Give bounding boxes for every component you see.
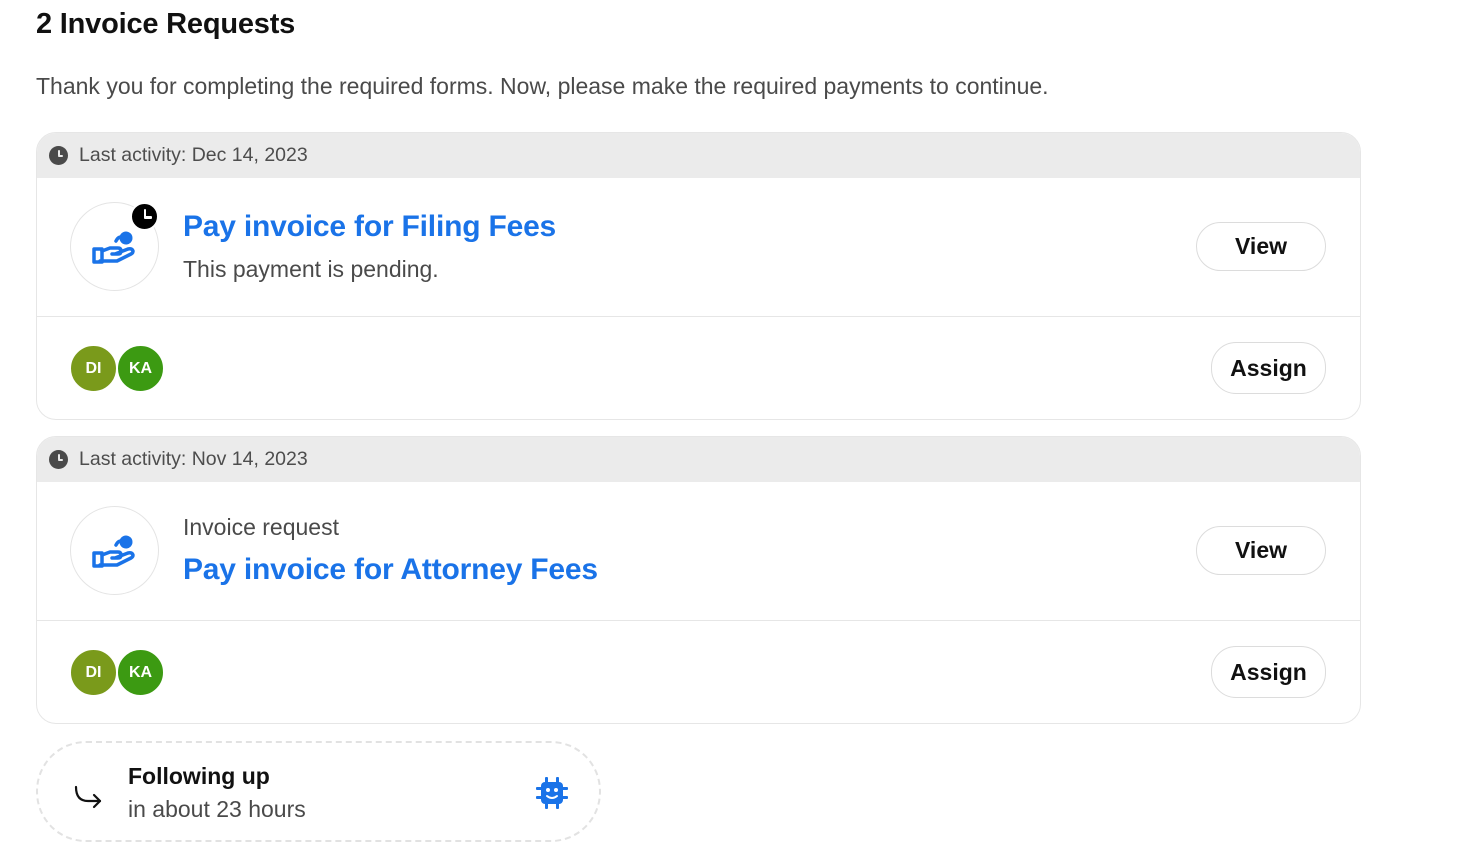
invoice-title-link[interactable]: Pay invoice for Filing Fees (183, 210, 556, 244)
last-activity-text: Last activity: Nov 14, 2023 (79, 448, 308, 470)
card-main: Pay invoice for Filing Fees This payment… (37, 178, 1360, 317)
clock-icon (49, 146, 68, 165)
avatar[interactable]: KA (116, 648, 165, 697)
invoice-card: Last activity: Dec 14, 2023 Pay invoice … (36, 132, 1361, 420)
hand-coin-icon (91, 231, 135, 264)
page-title: 2 Invoice Requests (36, 8, 296, 40)
followup-subtitle: in about 23 hours (128, 796, 306, 822)
invoice-status-text: This payment is pending. (183, 256, 439, 282)
card-main: Invoice request Pay invoice for Attorney… (37, 482, 1360, 621)
page-subtitle: Thank you for completing the required fo… (36, 73, 1049, 99)
followup-title: Following up (128, 763, 270, 789)
card-header: Last activity: Nov 14, 2023 (37, 437, 1360, 482)
card-footer: DI KA Assign (37, 621, 1360, 723)
view-button[interactable]: View (1196, 222, 1326, 271)
pending-clock-icon (130, 202, 159, 231)
bot-icon (536, 777, 568, 809)
assignee-avatars: DI KA (69, 344, 165, 393)
invoice-kind-label: Invoice request (183, 514, 339, 540)
arrow-return-icon (74, 785, 102, 809)
payment-icon-circle (70, 506, 159, 595)
assign-button[interactable]: Assign (1211, 646, 1326, 698)
page: 2 Invoice Requests Thank you for complet… (0, 0, 1476, 868)
view-button[interactable]: View (1196, 526, 1326, 575)
invoice-title-link[interactable]: Pay invoice for Attorney Fees (183, 553, 598, 587)
avatar[interactable]: DI (69, 648, 118, 697)
clock-icon (49, 450, 68, 469)
assign-button[interactable]: Assign (1211, 342, 1326, 394)
invoice-card: Last activity: Nov 14, 2023 Invoice requ… (36, 436, 1361, 724)
avatar[interactable]: KA (116, 344, 165, 393)
avatar[interactable]: DI (69, 344, 118, 393)
followup-panel[interactable]: Following up in about 23 hours (36, 741, 601, 842)
card-header: Last activity: Dec 14, 2023 (37, 133, 1360, 178)
assignee-avatars: DI KA (69, 648, 165, 697)
card-footer: DI KA Assign (37, 317, 1360, 419)
last-activity-text: Last activity: Dec 14, 2023 (79, 144, 308, 166)
hand-coin-icon (91, 535, 135, 568)
